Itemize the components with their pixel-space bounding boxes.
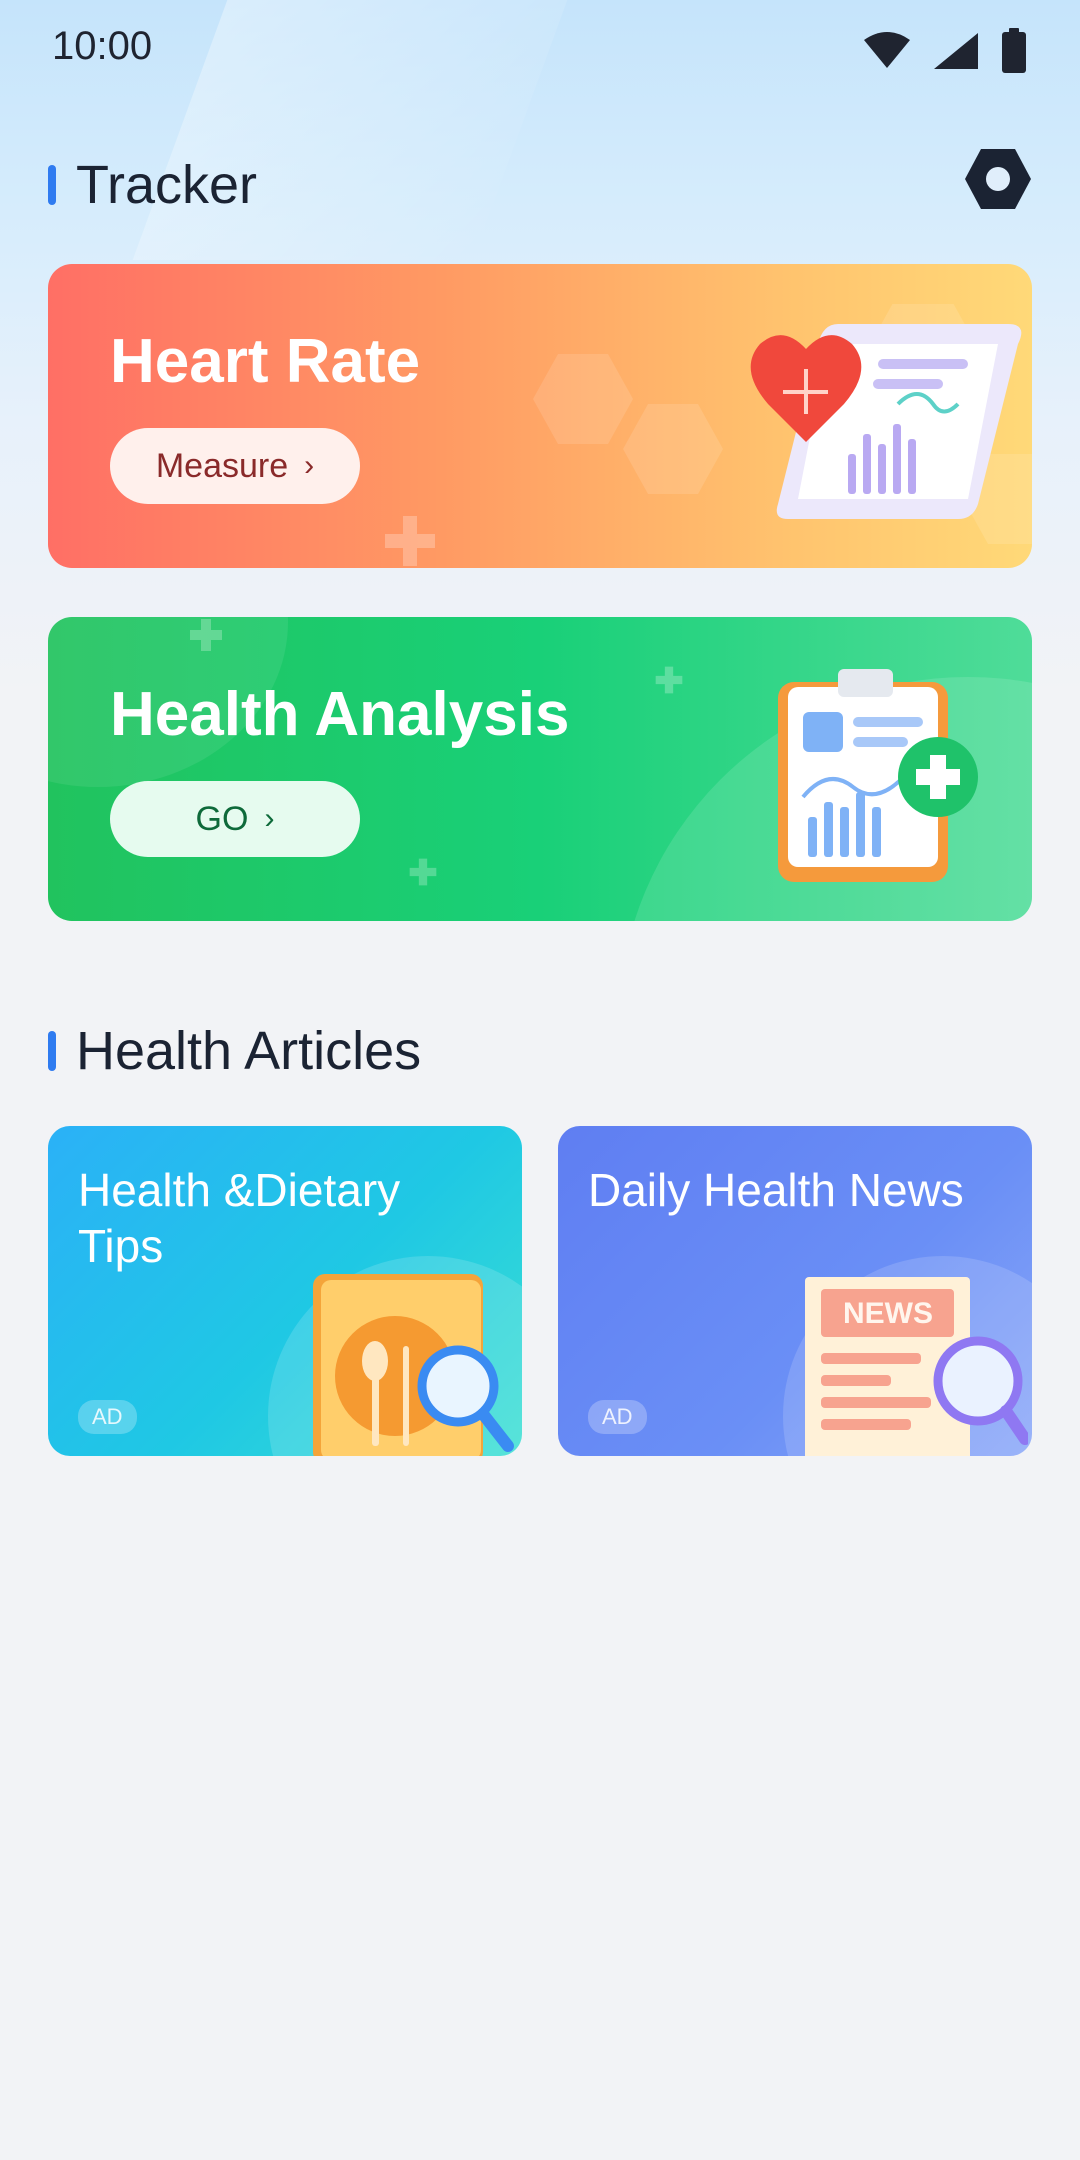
article-card-daily-news[interactable]: Daily Health News AD NEWS xyxy=(558,1126,1032,1456)
heart-report-illustration xyxy=(750,324,1022,519)
cross-decoration xyxy=(383,514,435,566)
article-title: Health &Dietary Tips xyxy=(78,1164,401,1272)
heart-rate-title: Heart Rate xyxy=(110,327,421,396)
battery-icon xyxy=(1002,28,1026,73)
settings-gear-icon[interactable] xyxy=(964,145,1032,213)
measure-label: Measure xyxy=(155,446,289,485)
go-label: GO xyxy=(195,799,249,838)
signal-icon xyxy=(934,33,978,69)
articles-title: Health Articles xyxy=(76,1021,422,1081)
clipboard-illustration xyxy=(778,669,978,882)
cross-decoration xyxy=(655,666,683,694)
ad-badge: AD xyxy=(588,1400,647,1434)
chevron-right-icon: › xyxy=(264,802,275,835)
go-button[interactable]: GO › xyxy=(110,781,360,857)
chevron-right-icon: › xyxy=(304,449,315,482)
news-label: NEWS xyxy=(843,1297,933,1330)
heart-rate-card[interactable]: Heart Rate Measure › xyxy=(48,264,1032,568)
accent-bar xyxy=(48,165,56,205)
status-icons xyxy=(862,28,1028,74)
accent-bar xyxy=(48,1031,56,1071)
health-analysis-card[interactable]: Health Analysis GO › xyxy=(48,617,1032,921)
health-analysis-title: Health Analysis xyxy=(110,680,570,749)
status-time: 10:00 xyxy=(52,24,153,68)
newspaper-illustration: NEWS xyxy=(805,1277,1028,1456)
cross-decoration xyxy=(409,858,437,886)
article-title: Daily Health News xyxy=(588,1164,964,1216)
cross-decoration xyxy=(190,619,222,651)
ad-badge: AD xyxy=(78,1400,137,1434)
page-title: Tracker xyxy=(76,155,258,215)
status-bar: 10:00 xyxy=(0,0,1080,96)
tracker-header: Tracker xyxy=(48,154,257,216)
measure-button[interactable]: Measure › xyxy=(110,428,360,504)
wifi-icon xyxy=(864,32,910,68)
articles-header: Health Articles xyxy=(48,1020,421,1082)
article-card-dietary-tips[interactable]: Health &Dietary Tips AD xyxy=(48,1126,522,1456)
book-illustration xyxy=(313,1274,514,1456)
